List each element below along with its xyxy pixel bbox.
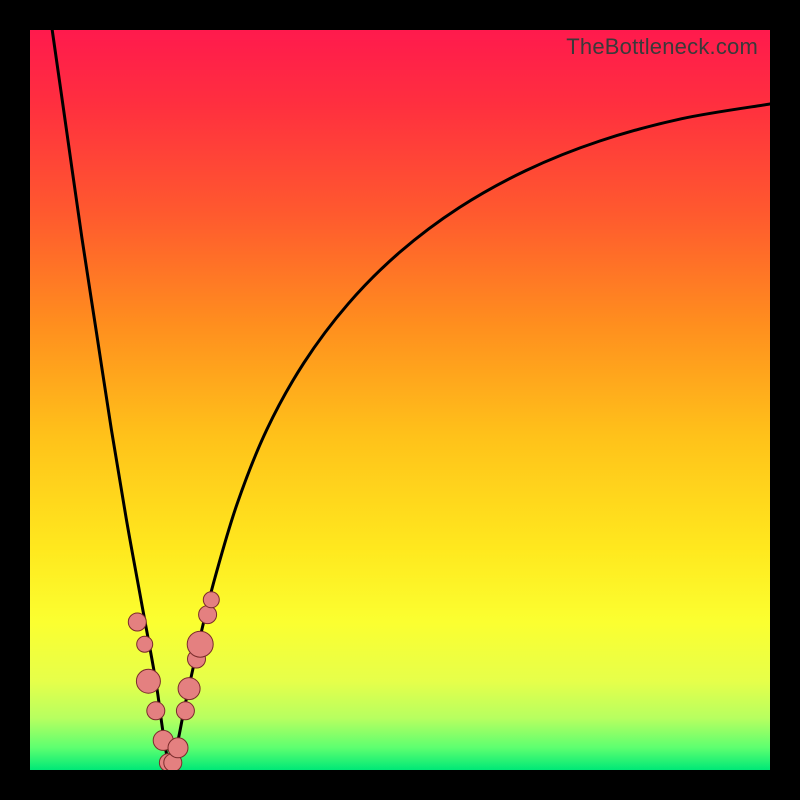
data-marker: [187, 631, 213, 657]
marker-group: [128, 592, 219, 770]
data-marker: [176, 702, 194, 720]
plot-area: TheBottleneck.com: [30, 30, 770, 770]
data-marker: [136, 669, 160, 693]
data-marker: [203, 592, 219, 608]
data-marker: [147, 702, 165, 720]
watermark-text: TheBottleneck.com: [566, 34, 758, 60]
curve-layer: [30, 30, 770, 770]
chart-frame: TheBottleneck.com: [0, 0, 800, 800]
data-marker: [168, 738, 188, 758]
data-marker: [137, 636, 153, 652]
data-marker: [128, 613, 146, 631]
data-marker: [178, 678, 200, 700]
bottleneck-curve: [52, 30, 770, 770]
data-marker: [199, 606, 217, 624]
